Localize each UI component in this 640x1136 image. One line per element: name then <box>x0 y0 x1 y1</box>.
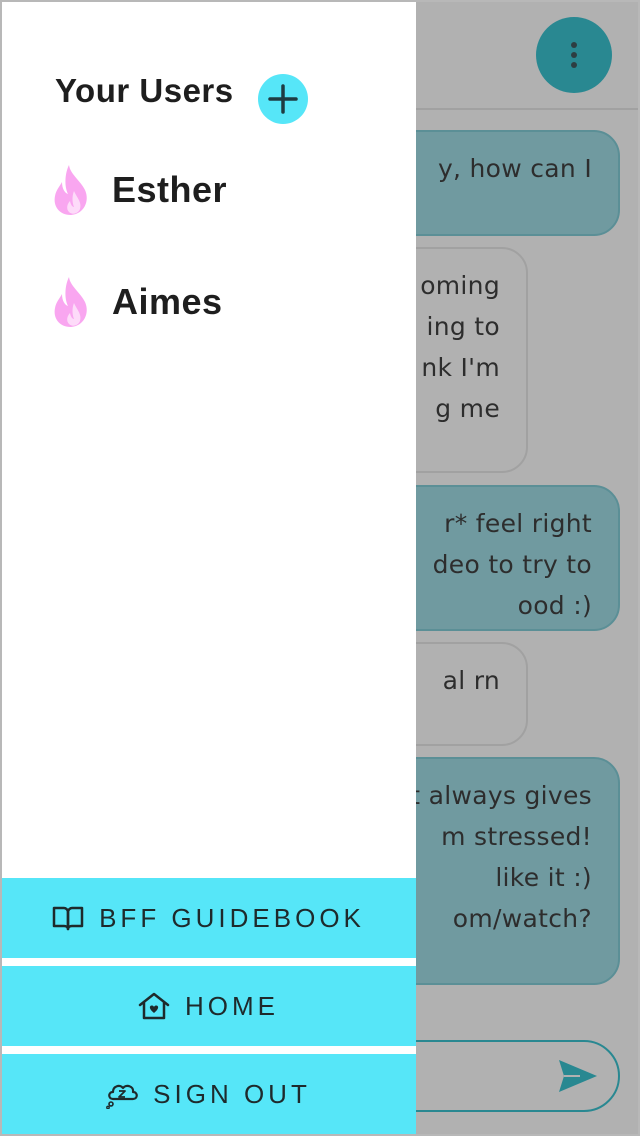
user-item-esther[interactable]: Esther <box>52 160 227 220</box>
sleep-cloud-icon <box>106 1084 138 1109</box>
book-icon <box>52 906 84 931</box>
navigation-drawer: Your Users Esther Aimes BFF GUIDEBOOK HO <box>0 0 416 1136</box>
user-name: Esther <box>112 169 228 210</box>
your-users-heading: Your Users <box>55 72 234 109</box>
menu-label: HOME <box>185 990 279 1021</box>
menu-label: SIGN OUT <box>153 1078 311 1109</box>
user-name: Aimes <box>112 281 223 322</box>
menu-label: BFF GUIDEBOOK <box>99 902 365 933</box>
bff-guidebook-button[interactable]: BFF GUIDEBOOK <box>0 878 416 958</box>
add-user-button[interactable] <box>258 74 308 124</box>
home-button[interactable]: HOME <box>0 966 416 1046</box>
flame-icon <box>54 277 87 327</box>
user-item-aimes[interactable]: Aimes <box>52 272 223 332</box>
sign-out-button[interactable]: SIGN OUT <box>0 1054 416 1134</box>
plus-icon <box>268 84 298 114</box>
flame-icon <box>54 165 87 215</box>
home-heart-icon <box>138 992 170 1020</box>
